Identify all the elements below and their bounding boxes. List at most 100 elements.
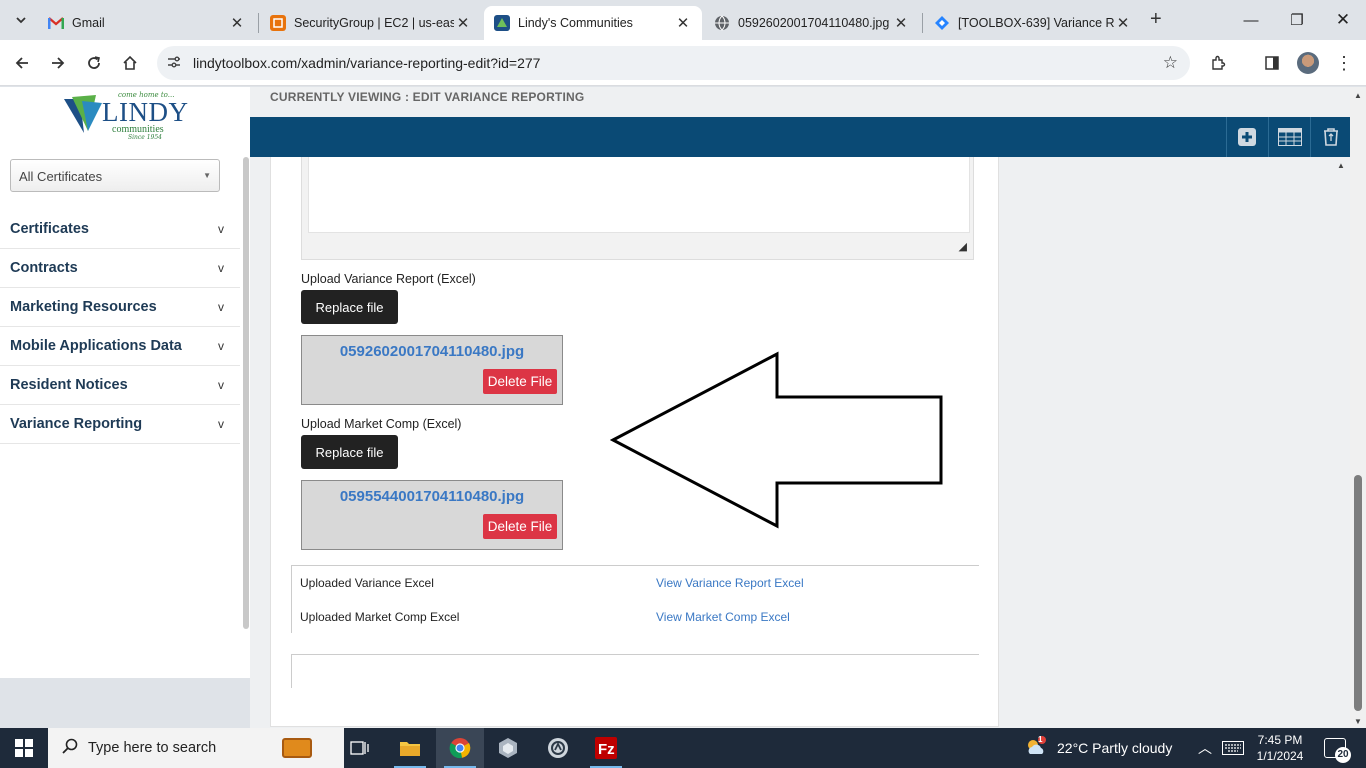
tab-lindys-communities[interactable]: Lindy's Communities ✕ [484, 6, 702, 40]
sidebar-item-label: Certificates [10, 221, 89, 237]
variance-file-box: 0592602001704110480.jpg Delete File [301, 335, 563, 405]
chrome-icon [449, 738, 471, 759]
url-text[interactable]: lindytoolbox.com/xadmin/variance-reporti… [193, 55, 540, 71]
sidebar-item-label: Mobile Applications Data [10, 338, 182, 354]
variance-file-link[interactable]: 0592602001704110480.jpg [302, 343, 562, 360]
sidebar-item-certificates[interactable]: Certificates v [0, 210, 240, 249]
keyboard-icon[interactable] [1222, 741, 1244, 760]
back-arrow-icon [15, 57, 28, 69]
close-icon[interactable]: ✕ [454, 14, 472, 32]
table-icon [1277, 128, 1302, 146]
app-hexagon-button[interactable] [484, 728, 532, 768]
view-market-comp-excel-link[interactable]: View Market Comp Excel [656, 610, 790, 624]
home-button[interactable] [118, 51, 142, 75]
back-button[interactable] [10, 51, 34, 75]
side-panel-icon[interactable] [1260, 51, 1284, 75]
recycle-button[interactable] [1310, 117, 1350, 157]
chevron-icon: v [218, 222, 224, 236]
hexagon-app-icon [499, 738, 517, 758]
svg-text:Fz: Fz [598, 741, 615, 758]
weather-badge-count: 1 [1038, 735, 1043, 744]
sidebar-item-label: Marketing Resources [10, 299, 157, 315]
add-button[interactable] [1226, 117, 1266, 157]
browser-tab-strip: Gmail ✕ SecurityGroup | EC2 | us-east ✕ … [0, 0, 1366, 40]
app-circle-button[interactable] [534, 728, 582, 768]
replace-market-comp-file-button[interactable]: Replace file [301, 435, 398, 469]
replace-variance-file-button[interactable]: Replace file [301, 290, 398, 324]
sidebar-item-mobile-applications-data[interactable]: Mobile Applications Data v [0, 327, 240, 366]
market-comp-file-link[interactable]: 0595544001704110480.jpg [302, 488, 562, 505]
sidebar-item-variance-reporting[interactable]: Variance Reporting v [0, 405, 240, 444]
task-view-button[interactable] [336, 728, 384, 768]
caret-down-icon: ▼ [203, 171, 211, 180]
start-button[interactable] [0, 728, 48, 768]
sidebar-item-marketing-resources[interactable]: Marketing Resources v [0, 288, 240, 327]
tab-title: Gmail [72, 16, 105, 30]
chrome-button[interactable] [436, 728, 484, 768]
view-variance-excel-link[interactable]: View Variance Report Excel [656, 576, 804, 590]
tab-gmail[interactable]: Gmail ✕ [38, 6, 256, 40]
form-footer-section [291, 654, 979, 688]
tab-jira[interactable]: [TOOLBOX-639] Variance Re ✕ [924, 6, 1142, 40]
tab-title: SecurityGroup | EC2 | us-east [294, 16, 454, 30]
windows-taskbar: Type here to search Fz 1 22°C Partly clo… [0, 728, 1366, 768]
extensions-icon[interactable] [1206, 51, 1230, 75]
tray-chevron-up-icon[interactable]: ︿ [1198, 738, 1212, 758]
tab-aws[interactable]: SecurityGroup | EC2 | us-east ✕ [260, 6, 482, 40]
scroll-up-icon[interactable]: ▲ [1354, 91, 1362, 100]
file-explorer-button[interactable] [386, 728, 434, 768]
sidebar-scrollbar[interactable] [243, 157, 249, 629]
resize-grip-icon[interactable]: ◢ [959, 240, 967, 253]
circular-app-icon [548, 738, 568, 758]
sidebar-menu: Certificates v Contracts v Marketing Res… [0, 210, 240, 444]
profile-avatar[interactable] [1297, 52, 1319, 74]
filezilla-icon: Fz [595, 737, 617, 759]
table-row-label: Uploaded Market Comp Excel [300, 610, 460, 624]
weather-icon[interactable] [1024, 736, 1048, 763]
sidebar-item-resident-notices[interactable]: Resident Notices v [0, 366, 240, 405]
browser-toolbar: lindytoolbox.com/xadmin/variance-reporti… [0, 40, 1366, 86]
page-scrollbar[interactable]: ▲ ▼ [1350, 87, 1366, 728]
weather-text[interactable]: 22°C Partly cloudy [1057, 740, 1172, 756]
reload-button[interactable] [82, 51, 106, 75]
new-tab-button[interactable]: + [1150, 8, 1162, 31]
tab-jpg-file[interactable]: 0592602001704110480.jpg ( ✕ [704, 6, 920, 40]
bookmark-star-icon[interactable]: ☆ [1163, 53, 1178, 73]
market-comp-file-box: 0595544001704110480.jpg Delete File [301, 480, 563, 550]
site-info-icon[interactable] [167, 55, 181, 72]
sidebar-item-label: Resident Notices [10, 377, 128, 393]
delete-variance-file-button[interactable]: Delete File [483, 369, 557, 394]
inner-scroll-up-icon[interactable]: ▲ [1337, 161, 1345, 170]
chevron-icon: v [218, 417, 224, 431]
sidebar-item-label: Variance Reporting [10, 416, 143, 432]
menu-kebab-icon[interactable]: ⋮ [1332, 51, 1356, 75]
certificates-select[interactable]: All Certificates ▼ [10, 159, 220, 192]
briefcase-icon[interactable] [282, 738, 312, 758]
sidebar-item-contracts[interactable]: Contracts v [0, 249, 240, 288]
system-clock[interactable]: 7:45 PM 1/1/2024 [1250, 732, 1310, 764]
close-icon[interactable]: ✕ [1114, 14, 1132, 32]
lindy-logo[interactable]: come home to... LINDY communities Since … [62, 91, 192, 143]
folder-icon [400, 742, 420, 756]
notes-textarea[interactable] [308, 157, 970, 233]
minimize-button[interactable]: — [1228, 0, 1274, 40]
close-icon[interactable]: ✕ [674, 14, 692, 32]
delete-market-comp-file-button[interactable]: Delete File [483, 514, 557, 539]
scroll-down-icon[interactable]: ▼ [1354, 717, 1362, 726]
home-icon [123, 55, 137, 70]
scrollbar-thumb[interactable] [1354, 475, 1362, 711]
notification-center-button[interactable]: 20 [1324, 738, 1351, 763]
table-view-button[interactable] [1268, 117, 1310, 157]
close-icon[interactable]: ✕ [228, 14, 246, 32]
breadcrumb: CURRENTLY VIEWING : EDIT VARIANCE REPORT… [270, 90, 585, 104]
jira-icon [934, 15, 950, 31]
chevron-icon: v [218, 261, 224, 275]
close-icon[interactable]: ✕ [892, 14, 910, 32]
forward-button[interactable] [46, 51, 70, 75]
restore-button[interactable]: ❐ [1274, 0, 1320, 40]
tab-search-button[interactable] [8, 8, 34, 32]
reload-icon [88, 56, 100, 69]
address-bar[interactable]: lindytoolbox.com/xadmin/variance-reporti… [157, 46, 1190, 80]
close-window-button[interactable]: ✕ [1320, 0, 1366, 40]
filezilla-button[interactable]: Fz [582, 728, 630, 768]
